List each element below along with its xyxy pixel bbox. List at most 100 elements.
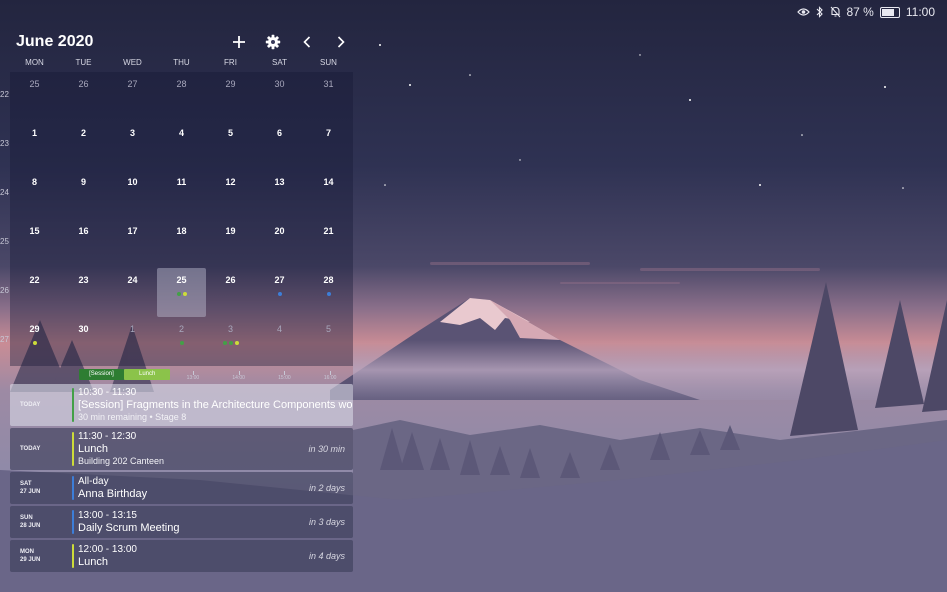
event-color-bar xyxy=(72,432,74,466)
month-title[interactable]: June 2020 xyxy=(16,33,93,51)
day-cell[interactable]: 19 xyxy=(206,219,255,268)
day-number: 2 xyxy=(178,324,184,334)
day-number: 13 xyxy=(274,177,285,187)
day-cell[interactable]: 16 xyxy=(59,219,108,268)
clock: 11:00 xyxy=(905,5,935,19)
day-cell[interactable]: 24 xyxy=(108,268,157,317)
week-row: 1 2 3 4 5 6 7 xyxy=(10,121,353,170)
event-relative-time: in 3 days xyxy=(308,517,345,527)
day-cell[interactable]: 31 xyxy=(304,72,353,121)
day-cell[interactable]: 2 xyxy=(59,121,108,170)
day-cell[interactable]: 1 xyxy=(10,121,59,170)
timeline-hour-label: 15:00 xyxy=(278,375,291,381)
day-cell[interactable]: 12 xyxy=(206,170,255,219)
agenda-item[interactable]: TODAY 11:30 - 12:30 Lunch Building 202 Cant… xyxy=(10,428,353,470)
event-dot xyxy=(179,341,184,345)
day-cell[interactable]: 27 xyxy=(255,268,304,317)
day-cell[interactable]: 26 xyxy=(59,72,108,121)
calendar-header: June 2020 xyxy=(10,26,353,58)
event-dot xyxy=(277,292,282,296)
day-cell[interactable]: 18 xyxy=(157,219,206,268)
day-cell[interactable]: 30 xyxy=(59,317,108,366)
event-dots xyxy=(255,292,304,296)
day-number: 7 xyxy=(325,128,331,138)
day-cell[interactable]: 28 xyxy=(157,72,206,121)
day-number: 10 xyxy=(127,177,138,187)
add-event-button[interactable] xyxy=(227,30,251,54)
event-dot xyxy=(234,341,239,345)
weekday-label: THU xyxy=(173,58,190,67)
day-cell[interactable]: 30 xyxy=(255,72,304,121)
day-cell[interactable]: 5 xyxy=(206,121,255,170)
day-number: 27 xyxy=(127,79,138,89)
status-bar: 87 % 11:00 xyxy=(796,4,935,20)
event-dots xyxy=(10,341,59,345)
settings-button[interactable] xyxy=(261,30,285,54)
day-cell[interactable]: 25 xyxy=(10,72,59,121)
day-cell[interactable]: 15 xyxy=(10,219,59,268)
month-grid: 22 23 24 25 26 27 25 26 27 28 29 30 31 1 2 3 4 5 6 7 8 9 10 11… xyxy=(0,72,353,366)
event-dots xyxy=(304,292,353,296)
day-cell[interactable]: 22 xyxy=(10,268,59,317)
day-cell[interactable]: 20 xyxy=(255,219,304,268)
day-number: 12 xyxy=(225,177,236,187)
day-cell[interactable]: 23 xyxy=(59,268,108,317)
day-cell[interactable]: 13 xyxy=(255,170,304,219)
agenda-item[interactable]: SAT 27 JUN All-day Anna Birthday in 2 days xyxy=(10,472,353,504)
day-number: 28 xyxy=(176,79,187,89)
chevron-right-icon xyxy=(337,36,345,48)
day-number: 8 xyxy=(31,177,37,187)
timeline-hour-label: 14:00 xyxy=(232,375,245,381)
day-cell[interactable]: 27 xyxy=(108,72,157,121)
day-cell[interactable]: 6 xyxy=(255,121,304,170)
day-cell[interactable]: 8 xyxy=(10,170,59,219)
agenda-date: TODAY xyxy=(10,428,72,470)
day-cell[interactable]: 2 xyxy=(157,317,206,366)
day-cell[interactable]: 14 xyxy=(304,170,353,219)
day-number: 24 xyxy=(127,275,138,285)
next-month-button[interactable] xyxy=(329,30,353,54)
day-cell[interactable]: 29 xyxy=(10,317,59,366)
day-cell[interactable]: 4 xyxy=(255,317,304,366)
timeline-event-block[interactable]: Lunch xyxy=(124,369,171,380)
weekday-label: MON xyxy=(25,58,44,67)
day-cell[interactable]: 3 xyxy=(108,121,157,170)
agenda-day: SAT xyxy=(20,481,32,487)
day-number: 25 xyxy=(29,79,40,89)
day-number: 2 xyxy=(80,128,86,138)
day-cell[interactable]: 29 xyxy=(206,72,255,121)
chevron-left-icon xyxy=(303,36,311,48)
agenda-item[interactable]: TODAY 10:30 - 11:30 [Session] Fragments in… xyxy=(10,384,353,426)
day-cell[interactable]: 4 xyxy=(157,121,206,170)
agenda-item[interactable]: SUN 28 JUN 13:00 - 13:15 Daily Scrum Meetin… xyxy=(10,506,353,538)
event-dot xyxy=(222,341,227,345)
day-cell[interactable]: 21 xyxy=(304,219,353,268)
day-cell[interactable]: 5 xyxy=(304,317,353,366)
day-cell[interactable]: 9 xyxy=(59,170,108,219)
day-cell[interactable]: 17 xyxy=(108,219,157,268)
day-number: 28 xyxy=(323,275,334,285)
day-cell[interactable]: 11 xyxy=(157,170,206,219)
day-number: 6 xyxy=(276,128,282,138)
day-cell[interactable]: 26 xyxy=(206,268,255,317)
week-row: 22 23 24 25 26 27 28 xyxy=(10,268,353,317)
gear-icon xyxy=(265,34,281,50)
weekday-header: MON TUE WED THU FRI SAT SUN xyxy=(10,58,353,72)
agenda-item[interactable]: MON 29 JUN 12:00 - 13:00 Lunch in 4 days xyxy=(10,540,353,572)
day-cell[interactable]: 7 xyxy=(304,121,353,170)
week-row: 8 9 10 11 12 13 14 xyxy=(10,170,353,219)
day-cell[interactable]: 3 xyxy=(206,317,255,366)
day-number: 31 xyxy=(323,79,334,89)
agenda-day: TODAY xyxy=(20,402,41,408)
day-cell[interactable]: 28 xyxy=(304,268,353,317)
event-color-bar xyxy=(72,510,74,534)
timeline-event-block[interactable]: [Session] xyxy=(78,369,125,380)
day-number: 17 xyxy=(127,226,138,236)
day-cell[interactable]: 1 xyxy=(108,317,157,366)
day-number: 29 xyxy=(29,324,40,334)
day-cell[interactable]: 10 xyxy=(108,170,157,219)
agenda-date-label: 28 JUN xyxy=(20,523,41,529)
previous-month-button[interactable] xyxy=(295,30,319,54)
day-cell-selected[interactable]: 25 xyxy=(157,268,206,317)
event-dot xyxy=(176,292,181,296)
